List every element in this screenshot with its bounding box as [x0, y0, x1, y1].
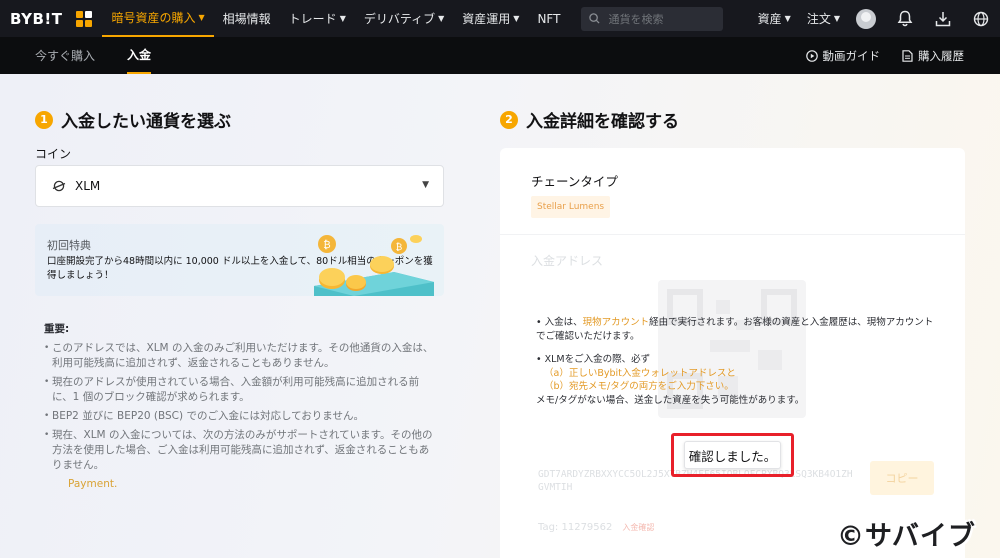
nav-label: NFT [537, 11, 561, 26]
chevron-down-icon: ▼ [339, 14, 346, 23]
spot-account-link[interactable]: 現物アカウント [583, 317, 650, 328]
notice-line5: メモ/タグがない場合、送金した資産を失う可能性があります。 [536, 394, 805, 406]
nav-derivatives[interactable]: デリバティブ ▼ [355, 0, 453, 37]
step1-title: 入金したい通貨を選ぶ [61, 112, 231, 132]
notes-title: 重要: [44, 323, 70, 335]
account-nav: 資産 ▼ 注文 ▼ [750, 0, 1000, 37]
globe-icon[interactable] [971, 9, 991, 29]
search-icon [589, 13, 600, 24]
chevron-down-icon: ▼ [833, 14, 840, 23]
nav-label: 暗号資産の購入 [111, 11, 196, 25]
notice-line1-pre: • 入金は、 [536, 317, 583, 328]
note-item: BEP2 並びに BEP20 (BSC) でのご入金には対応しておりません。 [44, 409, 436, 424]
step2-heading: 2 入金詳細を確認する [500, 107, 679, 132]
step-number-badge: 2 [500, 110, 518, 129]
svg-text:₿: ₿ [323, 239, 330, 251]
note-item: 現在、XLM の入金については、次の方法のみがサポートされています。その他の方法… [44, 428, 436, 473]
purchase-history-link[interactable]: 購入履歴 [902, 48, 964, 64]
first-time-bonus-banner[interactable]: 初回特典 口座開設完了から48時間以内に 10,000 ドル以上を入金して、80… [35, 224, 444, 296]
nav-label: トレード [288, 12, 337, 26]
confirmation-notice: • 入金は、現物アカウント経由で実行されます。お客様の資産と入金履歴は、現物アカ… [536, 316, 936, 407]
notice-line2: • XLMをご入金の際、必ず [536, 354, 651, 365]
video-guide-link[interactable]: 動画ガイド [805, 48, 881, 64]
nav-orders[interactable]: 注文 ▼ [799, 0, 848, 37]
step1-heading: 1 入金したい通貨を選ぶ [35, 107, 231, 132]
coin-label: コイン [35, 147, 72, 161]
copyright-watermark: ©サバイブ [837, 521, 976, 552]
avatar[interactable] [856, 8, 876, 29]
chain-type-chip[interactable]: Stellar Lumens [531, 196, 611, 218]
play-icon [805, 49, 818, 62]
nav-assets[interactable]: 資産 ▼ [750, 0, 799, 37]
nav-label: 注文 [806, 12, 831, 26]
confirm-button[interactable]: 確認しました。 [684, 441, 781, 469]
chevron-down-icon: ▼ [438, 14, 445, 23]
confirm-highlight: 確認しました。 [671, 433, 794, 477]
tag-value: Tag: 11279562 [538, 522, 613, 533]
bell-icon[interactable] [895, 9, 915, 29]
sub-links: 動画ガイド 購入履歴 [784, 37, 964, 74]
dropdown-arrow-icon: ▼ [422, 180, 429, 190]
search-input[interactable]: 通貨を検索 [581, 6, 724, 31]
nav-label: 相場情報 [222, 12, 271, 26]
search-placeholder: 通貨を検索 [608, 12, 664, 26]
stellar-icon [52, 180, 66, 192]
notice-line4: （b）宛先メモ/タグの両方をご入力下さい。 [544, 381, 734, 392]
purchase-history-label: 購入履歴 [918, 48, 964, 63]
payment-link[interactable]: Payment. [68, 477, 436, 492]
step2-title: 入金詳細を確認する [526, 112, 679, 132]
chain-type-label: チェーンタイプ [531, 174, 618, 189]
chevron-down-icon: ▼ [784, 14, 791, 23]
chevron-down-icon: ▼ [513, 14, 520, 23]
copy-button[interactable]: コピー [870, 461, 934, 495]
notice-line3: （a）正しいBybit入金ウォレットアドレスと [544, 367, 736, 379]
tab-label: 入金 [127, 48, 152, 62]
document-icon [902, 49, 913, 62]
divider [500, 234, 965, 235]
main-content: 1 入金したい通貨を選ぶ コイン XLM ▼ 初回特典 口座開設完了から48時間… [0, 74, 1000, 558]
coins-illustration: ₿ ₿ [314, 235, 434, 296]
tag-chip: 入金確認 [622, 523, 655, 532]
nav-label: 資産運用 [462, 12, 511, 26]
nav-label: デリバティブ [363, 12, 436, 26]
important-notes: 重要: このアドレスでは、XLM の入金のみご利用いただけます。その他通貨の入金… [44, 322, 436, 492]
nav-earn[interactable]: 資産運用 ▼ [453, 0, 528, 37]
main-nav: 暗号資産の購入 ▼ 相場情報 トレード ▼ デリバティブ ▼ 資産運用 ▼ NFT [102, 0, 569, 37]
address-label: 入金アドレス [531, 254, 604, 268]
nav-label: 資産 [757, 12, 782, 26]
nav-trade[interactable]: トレード ▼ [280, 0, 355, 37]
sub-navbar: 今すぐ購入 入金 動画ガイド 購入履歴 [0, 37, 1000, 74]
top-navbar: BYB!T 暗号資産の購入 ▼ 相場情報 トレード ▼ デリバティブ ▼ 資産運用 ▼ … [0, 0, 1000, 37]
nav-buy-crypto[interactable]: 暗号資産の購入 ▼ [102, 0, 214, 37]
deposit-details-card: チェーンタイプ Stellar Lumens 入金アドレス • 入金は、現物アカ… [500, 148, 965, 558]
nav-nft[interactable]: NFT [528, 0, 569, 37]
video-guide-label: 動画ガイド [822, 48, 881, 63]
step-number-badge: 1 [35, 110, 53, 129]
tab-deposit[interactable]: 入金 [127, 37, 152, 74]
chevron-down-icon: ▼ [198, 13, 205, 22]
svg-text:₿: ₿ [396, 242, 403, 253]
apps-grid-icon[interactable] [76, 10, 93, 27]
note-item: 現在のアドレスが使用されている場合、入金額が利用可能残高に追加される前に、1 個… [44, 375, 436, 405]
tab-buy-now[interactable]: 今すぐ購入 [35, 37, 95, 74]
promo-title: 初回特典 [47, 239, 91, 252]
tag-row: Tag: 11279562 入金確認 [538, 522, 654, 533]
logo-text: BYB!T [10, 9, 63, 28]
bybit-logo[interactable]: BYB!T [10, 10, 62, 28]
coin-value: XLM [75, 179, 101, 193]
note-item: このアドレスでは、XLM の入金のみご利用いただけます。その他通貨の入金は、利用… [44, 341, 436, 371]
coin-select[interactable]: XLM ▼ [35, 165, 444, 207]
tab-label: 今すぐ購入 [35, 49, 96, 63]
nav-markets[interactable]: 相場情報 [214, 0, 280, 37]
download-icon[interactable] [933, 9, 953, 29]
